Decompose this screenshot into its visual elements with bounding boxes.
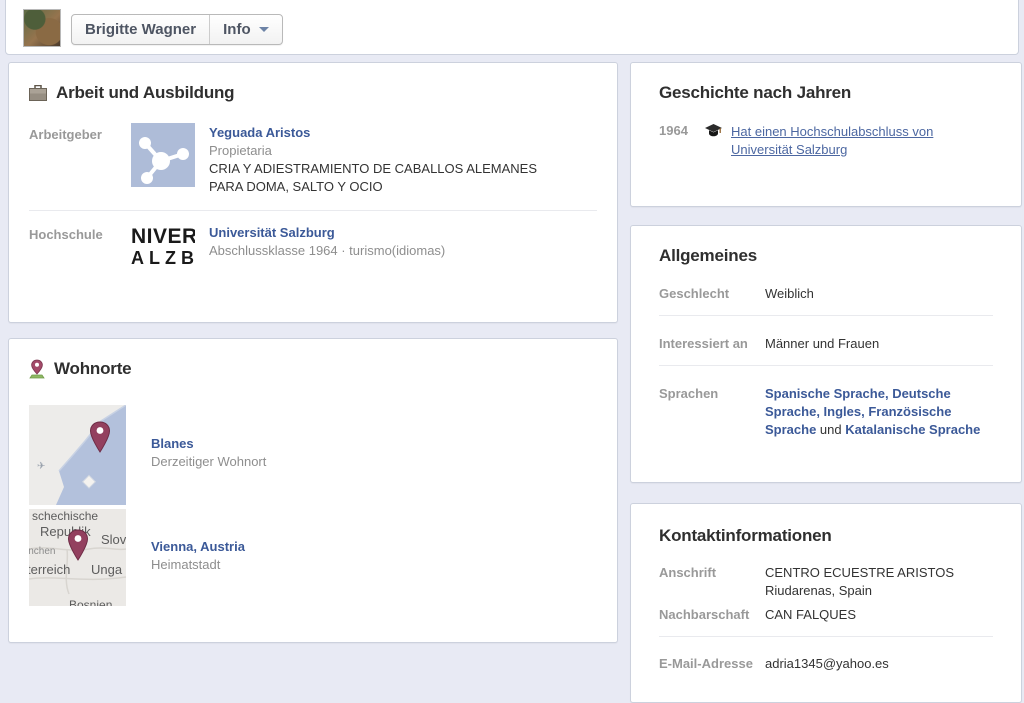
employer-description: CRIA Y ADIESTRAMIENTO DE CABALLOS ALEMAN…	[209, 160, 559, 196]
interested-in-row: Interessiert an Männer und Frauen	[659, 335, 993, 353]
email-value: adria1345@yahoo.es	[765, 655, 889, 673]
profile-avatar[interactable]	[23, 9, 61, 47]
info-tab-button[interactable]: Info	[209, 15, 282, 44]
history-section-title: Geschichte nach Jahren	[659, 83, 1001, 103]
language-link[interactable]: Katalanische Sprache	[845, 422, 980, 437]
university-logo-text: NIVERS	[131, 225, 195, 248]
neighborhood-value: CAN FALQUES	[765, 606, 856, 624]
profile-name-button[interactable]: Brigitte Wagner	[72, 15, 209, 44]
college-link[interactable]: Universität Salzburg	[209, 225, 335, 240]
divider	[29, 210, 597, 211]
conjunction-text: und	[816, 422, 845, 437]
basic-info-section-title: Allgemeines	[659, 246, 993, 266]
employer-link[interactable]: Yeguada Aristos	[209, 125, 310, 140]
map-pin-marker	[65, 529, 91, 563]
info-tab-label: Info	[223, 21, 251, 38]
vienna-map-thumbnail[interactable]: schechische Republik Slov inchen terreic…	[29, 509, 126, 606]
current-city-link[interactable]: Blanes	[151, 436, 194, 451]
places-section-title: Wohnorte	[54, 359, 131, 379]
map-label: Unga	[91, 562, 122, 577]
interested-in-label: Interessiert an	[659, 335, 765, 353]
hometown-row: schechische Republik Slov inchen terreic…	[29, 505, 597, 606]
address-row: Anschrift CENTRO ECUESTRE ARISTOS Riudar…	[659, 564, 993, 600]
graduation-cap-icon	[705, 124, 722, 137]
history-year: 1964	[659, 123, 705, 159]
airport-icon: ✈	[37, 461, 45, 472]
hometown-type: Heimatstadt	[151, 556, 245, 574]
contact-section-title: Kontaktinformationen	[659, 526, 993, 546]
chevron-down-icon	[259, 27, 269, 32]
places-card: Wohnorte ✈ Blanes Derzeitiger Wohnort	[8, 338, 618, 643]
work-education-card: Arbeit und Ausbildung Arbeitgeber Yeguad…	[8, 62, 618, 323]
neighborhood-label: Nachbarschaft	[659, 606, 765, 624]
gender-label: Geschlecht	[659, 285, 765, 303]
map-label: inchen	[29, 546, 55, 557]
profile-nav-button: Brigitte Wagner Info	[71, 14, 283, 45]
blanes-map-thumbnail[interactable]: ✈	[29, 405, 126, 505]
address-label: Anschrift	[659, 564, 765, 600]
gender-row: Geschlecht Weiblich	[659, 285, 993, 303]
page-default-icon	[131, 123, 195, 187]
gender-value: Weiblich	[765, 285, 814, 303]
language-link[interactable]: Ingles	[824, 404, 862, 419]
hometown-link[interactable]: Vienna, Austria	[151, 539, 245, 554]
languages-row: Sprachen Spanische Sprache, Deutsche Spr…	[659, 385, 993, 439]
basic-info-card: Allgemeines Geschlecht Weiblich Interess…	[630, 225, 1022, 483]
employer-row: Arbeitgeber Yeguada Aristos Propietaria …	[29, 123, 597, 196]
work-section-title: Arbeit und Ausbildung	[56, 83, 234, 103]
language-link[interactable]: Spanische Sprache	[765, 386, 885, 401]
divider	[659, 365, 993, 366]
coastal-map-graphic	[29, 405, 126, 505]
history-by-year-card: Geschichte nach Jahren 1964 Hat einen Ho…	[630, 62, 1022, 207]
college-row: Hochschule NIVERS ALZB Universität Salzb…	[29, 223, 597, 273]
map-pin-icon	[29, 359, 45, 379]
college-label: Hochschule	[29, 223, 131, 273]
current-city-row: ✈ Blanes Derzeitiger Wohnort	[29, 379, 597, 505]
email-label: E-Mail-Adresse	[659, 655, 765, 673]
divider	[659, 636, 993, 637]
map-pin-marker	[87, 421, 113, 455]
contact-info-card: Kontaktinformationen Anschrift CENTRO EC…	[630, 503, 1022, 703]
profile-name: Brigitte Wagner	[85, 21, 196, 38]
neighborhood-row: Nachbarschaft CAN FALQUES	[659, 606, 993, 624]
map-label: terreich	[29, 562, 70, 577]
map-label: schechische	[32, 509, 98, 523]
map-label: Slov	[101, 532, 126, 547]
employer-page-thumbnail[interactable]	[131, 123, 195, 187]
interested-in-value: Männer und Frauen	[765, 335, 879, 353]
languages-value: Spanische Sprache, Deutsche Sprache, Ing…	[765, 385, 993, 439]
university-logo-thumbnail[interactable]: NIVERS ALZB	[131, 223, 195, 273]
address-value: CENTRO ECUESTRE ARISTOS Riudarenas, Spai…	[765, 564, 954, 600]
current-city-type: Derzeitiger Wohnort	[151, 453, 266, 471]
profile-header-bar: Brigitte Wagner Info	[5, 0, 1019, 55]
employer-label: Arbeitgeber	[29, 123, 131, 196]
email-row: E-Mail-Adresse adria1345@yahoo.es	[659, 655, 993, 673]
history-event-link[interactable]: Hat einen Hochschulabschluss von Univers…	[731, 123, 987, 159]
briefcase-icon	[29, 85, 47, 101]
employer-position: Propietaria	[209, 142, 559, 160]
languages-label: Sprachen	[659, 385, 765, 439]
history-event-row: 1964 Hat einen Hochschulabschluss von Un…	[659, 123, 1001, 159]
college-detail: Abschlussklasse 1964 · turismo(idiomas)	[209, 242, 445, 260]
map-label: Bosnien	[69, 598, 112, 606]
divider	[659, 315, 993, 316]
